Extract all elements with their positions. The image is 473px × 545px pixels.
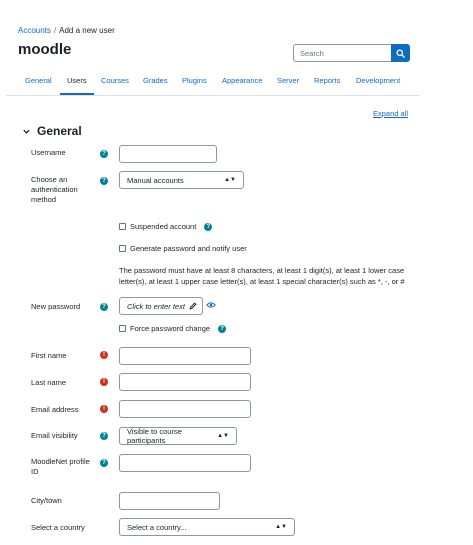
- auth-method-label: Choose an authentication method: [31, 175, 78, 204]
- section-general-toggle[interactable]: General: [22, 124, 82, 138]
- last-name-label: Last name: [31, 378, 67, 387]
- auth-method-select[interactable]: Manual accounts ▲︎▼︎: [119, 171, 244, 189]
- breadcrumb-separator: /: [53, 26, 57, 35]
- search-button[interactable]: [391, 44, 410, 62]
- select-caret-icon: ▲︎▼︎: [224, 177, 236, 183]
- search-input[interactable]: [293, 44, 391, 62]
- question-circle-icon[interactable]: ?: [218, 324, 227, 333]
- exclamation-circle-icon: !: [100, 405, 108, 413]
- tab-users[interactable]: Users: [67, 76, 87, 85]
- last-name-field[interactable]: [119, 373, 251, 391]
- question-circle-icon[interactable]: ?: [100, 303, 108, 311]
- tab-server[interactable]: Server: [277, 76, 299, 85]
- country-select[interactable]: Select a country... ▲︎▼︎: [119, 518, 295, 536]
- tab-courses[interactable]: Courses: [101, 76, 129, 85]
- select-caret-icon: ▲︎▼︎: [275, 524, 287, 530]
- new-password-field[interactable]: Click to enter text: [119, 297, 203, 315]
- question-circle-icon[interactable]: ?: [100, 459, 108, 467]
- suspended-account-row: Suspended account ?: [119, 222, 213, 231]
- breadcrumb-item-current: Add a new user: [59, 26, 115, 35]
- tab-appearance[interactable]: Appearance: [222, 76, 262, 85]
- force-password-change-label: Force password change: [130, 324, 211, 333]
- password-policy-note: The password must have at least 8 charac…: [119, 266, 405, 286]
- email-visibility-label: Email visibility: [31, 431, 78, 440]
- pencil-icon: [189, 302, 197, 310]
- search-icon: [396, 48, 405, 58]
- tab-development[interactable]: Development: [356, 76, 400, 85]
- question-circle-icon[interactable]: ?: [100, 150, 108, 158]
- question-circle-icon[interactable]: ?: [204, 222, 213, 231]
- country-label: Select a country: [31, 523, 85, 532]
- section-title: General: [37, 124, 82, 138]
- email-visibility-value: Visible to course participants: [127, 427, 182, 445]
- exclamation-circle-icon: !: [100, 378, 108, 386]
- email-field[interactable]: [119, 400, 251, 418]
- question-circle-icon[interactable]: ?: [100, 432, 108, 440]
- country-value: Select a country...: [127, 522, 187, 532]
- tab-reports[interactable]: Reports: [314, 76, 340, 85]
- chevron-down-icon: [23, 129, 30, 134]
- moodlenet-field[interactable]: [119, 454, 251, 472]
- new-password-label: New password: [31, 302, 81, 311]
- generate-password-row: Generate password and notify user: [119, 244, 247, 253]
- suspended-account-checkbox[interactable]: [119, 223, 126, 230]
- suspended-account-label: Suspended account: [130, 222, 197, 231]
- breadcrumb: Accounts / Add a new user: [18, 26, 115, 35]
- force-password-change-row: Force password change ?: [119, 324, 227, 333]
- username-field[interactable]: [119, 145, 217, 163]
- username-label: Username: [31, 148, 66, 157]
- email-label: Email address: [31, 405, 79, 414]
- select-caret-icon: ▲︎▼︎: [217, 433, 229, 439]
- tab-plugins[interactable]: Plugins: [182, 76, 207, 85]
- exclamation-circle-icon: !: [100, 351, 108, 359]
- tab-grades[interactable]: Grades: [143, 76, 168, 85]
- eye-icon[interactable]: [206, 301, 216, 309]
- force-password-change-checkbox[interactable]: [119, 325, 126, 332]
- city-field[interactable]: [119, 492, 220, 510]
- page-title: moodle: [18, 41, 72, 58]
- question-circle-icon[interactable]: ?: [100, 177, 108, 185]
- new-password-placeholder: Click to enter text: [127, 301, 185, 311]
- first-name-field[interactable]: [119, 347, 251, 365]
- tabs-divider: [6, 95, 420, 96]
- tab-general[interactable]: General: [25, 76, 52, 85]
- city-label: City/town: [31, 496, 62, 505]
- breadcrumb-item-accounts[interactable]: Accounts: [18, 26, 51, 35]
- moodlenet-label: MoodleNet profile ID: [31, 457, 90, 476]
- auth-method-value: Manual accounts: [127, 175, 184, 185]
- generate-password-label: Generate password and notify user: [130, 244, 247, 253]
- expand-all-link[interactable]: Expand all: [373, 109, 408, 118]
- email-visibility-select[interactable]: Visible to course participants ▲︎▼︎: [119, 427, 237, 445]
- primary-navigation: General Users Courses Grades Plugins App…: [18, 73, 420, 96]
- generate-password-checkbox[interactable]: [119, 245, 126, 252]
- first-name-label: First name: [31, 351, 67, 360]
